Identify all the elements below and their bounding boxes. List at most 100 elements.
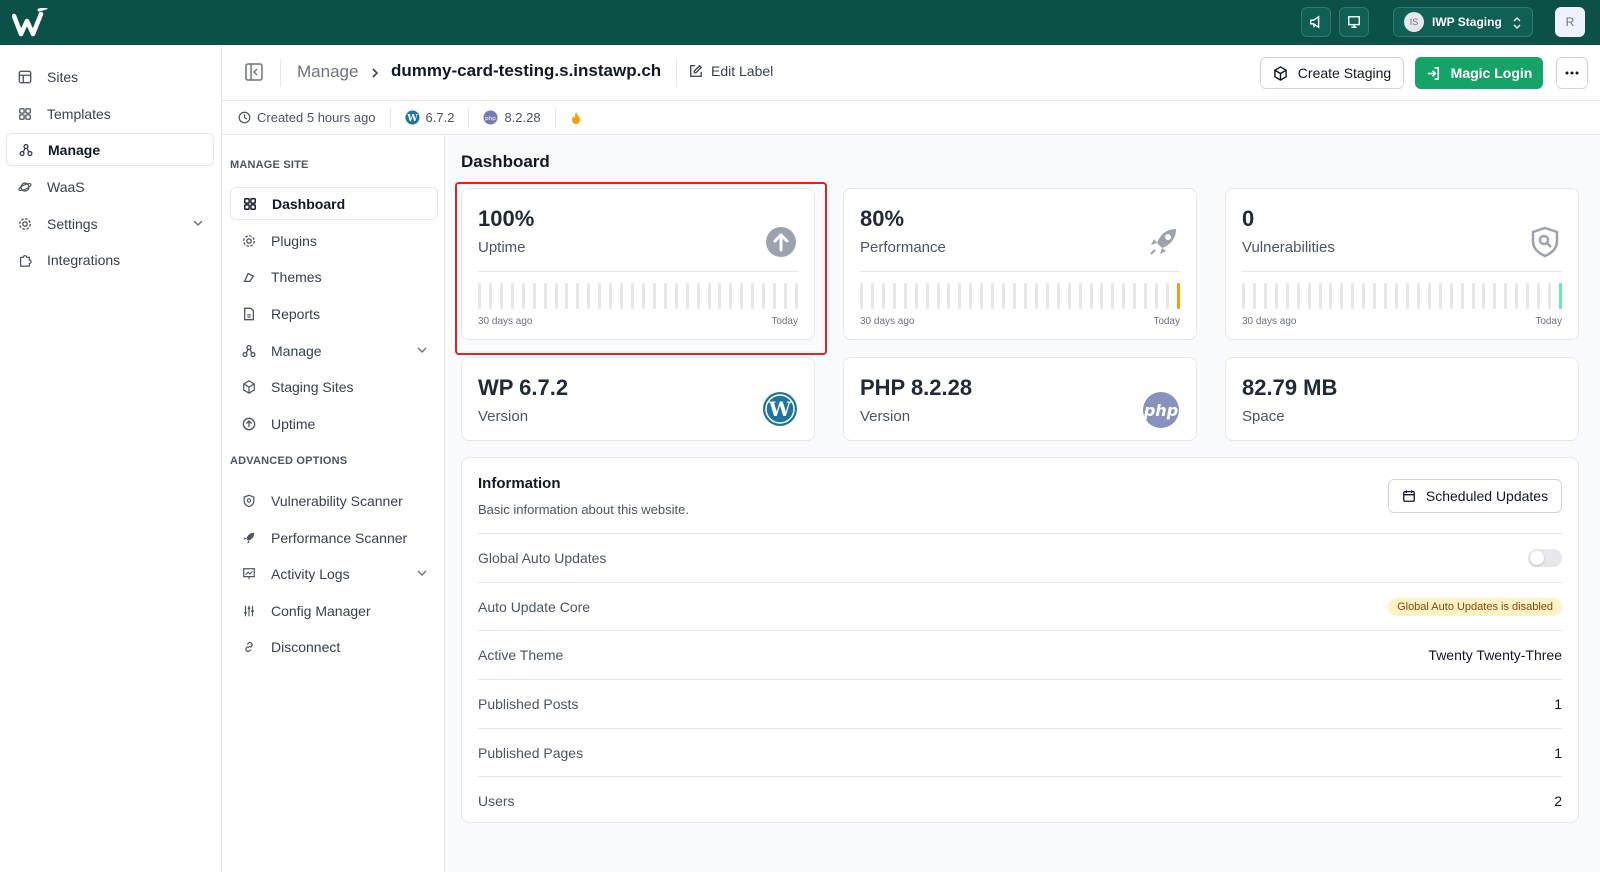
subnav-item-dashboard[interactable]: Dashboard [230,187,438,220]
chart-board-icon [241,566,257,582]
history-bar [1362,283,1366,309]
history-bar [881,283,885,309]
create-staging-label: Create Staging [1297,65,1392,81]
create-staging-button[interactable]: Create Staging [1260,57,1404,89]
global-auto-updates-toggle[interactable] [1528,549,1562,567]
sidebar-item-settings[interactable]: Settings [6,207,214,240]
php-icon: php [1143,392,1179,428]
disk-space-card: 82.79 MB Space [1225,357,1579,441]
history-bar [1045,283,1049,309]
magic-login-button[interactable]: Magic Login [1415,57,1543,89]
sidebar-collapse-icon[interactable] [244,62,264,82]
bars-end-label: Today [1535,316,1562,327]
history-bar [1100,283,1104,309]
more-options-button[interactable] [1556,57,1588,89]
edit-label-button[interactable]: Edit Label [689,63,773,79]
sidebar-item-manage[interactable]: Manage [6,133,214,166]
history-bar [1438,283,1442,309]
info-key: Global Auto Updates [478,550,607,566]
info-row-published-posts: Published Posts 1 [478,679,1562,728]
page-title: Dashboard [461,152,550,171]
bars-end-label: Today [1153,316,1180,327]
history-bar [1559,283,1562,309]
subnav-item-manage[interactable]: Manage [230,334,438,367]
sidebar-item-sites[interactable]: Sites [6,60,214,93]
history-bar [936,283,940,309]
manage-site-nav: MANAGE SITE Dashboard Plugins Themes Rep… [222,135,445,872]
history-bar [980,283,984,309]
subnav-item-label: Config Manager [271,602,371,619]
sidebar-item-templates[interactable]: Templates [6,97,214,130]
presentation-button[interactable] [1339,7,1369,37]
subnav-item-vulnerability-scanner[interactable]: Vulnerability Scanner [230,484,438,517]
subnav-item-uptime[interactable]: Uptime [230,407,438,440]
network-icon [18,142,34,158]
wp-version-text: 6.7.2 [425,110,455,125]
history-bar [947,283,951,309]
shield-icon [241,493,257,509]
scheduled-updates-button[interactable]: Scheduled Updates [1388,479,1562,513]
pencil-square-icon [690,64,703,77]
subnav-item-label: Plugins [271,232,317,249]
svg-text:W: W [406,113,418,124]
ellipsis-icon [1565,71,1579,75]
subnav-item-disconnect[interactable]: Disconnect [230,630,438,663]
history-bar [1089,283,1093,309]
user-avatar[interactable]: R [1555,7,1585,37]
php-logo-text: php [1143,401,1178,420]
chevron-down-icon [417,347,427,353]
subnav-item-activity-logs[interactable]: Activity Logs [230,557,438,590]
subnav-item-reports[interactable]: Reports [230,297,438,330]
palette-icon [241,269,257,285]
subnav-item-label: Uptime [271,415,316,432]
section-heading: MANAGE SITE [230,159,309,171]
history-bars [860,283,1180,309]
history-bar [1166,283,1170,309]
sidebar-item-integrations[interactable]: Integrations [6,243,214,276]
sidebar-item-waas[interactable]: WaaS [6,170,214,203]
edit-label-text: Edit Label [711,63,774,79]
fire-icon [571,111,580,124]
breadcrumb-parent[interactable]: Manage [297,62,358,82]
instawp-logo-icon[interactable] [12,8,52,38]
announcement-button[interactable] [1301,7,1331,37]
info-key: Published Posts [478,696,579,712]
team-selector[interactable]: IS IWP Staging [1393,7,1533,37]
subnav-item-staging-sites[interactable]: Staging Sites [230,370,438,403]
link-icon [241,639,257,655]
subnav-item-label: Disconnect [271,638,341,655]
performance-card[interactable]: 80% Performance 30 days ago Today [843,188,1197,340]
subnav-item-plugins[interactable]: Plugins [230,224,438,257]
subnav-item-config-manager[interactable]: Config Manager [230,594,438,627]
site-meta-bar: Created 5 hours ago W 6.7.2 php 8.2.28 [222,101,1600,135]
subnav-item-themes[interactable]: Themes [230,260,438,293]
php-version-info: php 8.2.28 [468,107,554,128]
subnav-item-performance-scanner[interactable]: Performance Scanner [230,521,438,554]
wp-version-card: WP 6.7.2 Version W [461,357,815,441]
history-bar [1427,283,1431,309]
subnav-item-label: Dashboard [272,195,346,212]
sliders-icon [241,603,257,619]
hot-indicator [554,107,602,128]
history-bar [1122,283,1126,309]
sidebar-item-label: Sites [47,68,79,85]
history-bar [1471,283,1475,309]
gear-icon [17,216,33,232]
planet-icon [17,179,33,195]
history-bar [1395,283,1399,309]
vulnerabilities-card[interactable]: 0 Vulnerabilities 30 days ago Today [1225,188,1579,340]
history-bar [1537,283,1541,309]
clock-icon [238,111,251,124]
history-bar [1373,283,1377,309]
history-bar [1274,283,1278,309]
stat-label: Version [478,408,529,425]
bars-start-label: 30 days ago [1242,316,1297,327]
history-bar [1111,283,1115,309]
divider [1242,271,1562,272]
cube-icon [1273,65,1287,81]
subnav-item-label: Staging Sites [271,378,354,395]
history-bar [1351,283,1355,309]
history-bar [892,283,896,309]
team-name: IWP Staging [1432,15,1502,29]
page-header: Manage dummy-card-testing.s.instawp.ch E… [222,45,1600,101]
